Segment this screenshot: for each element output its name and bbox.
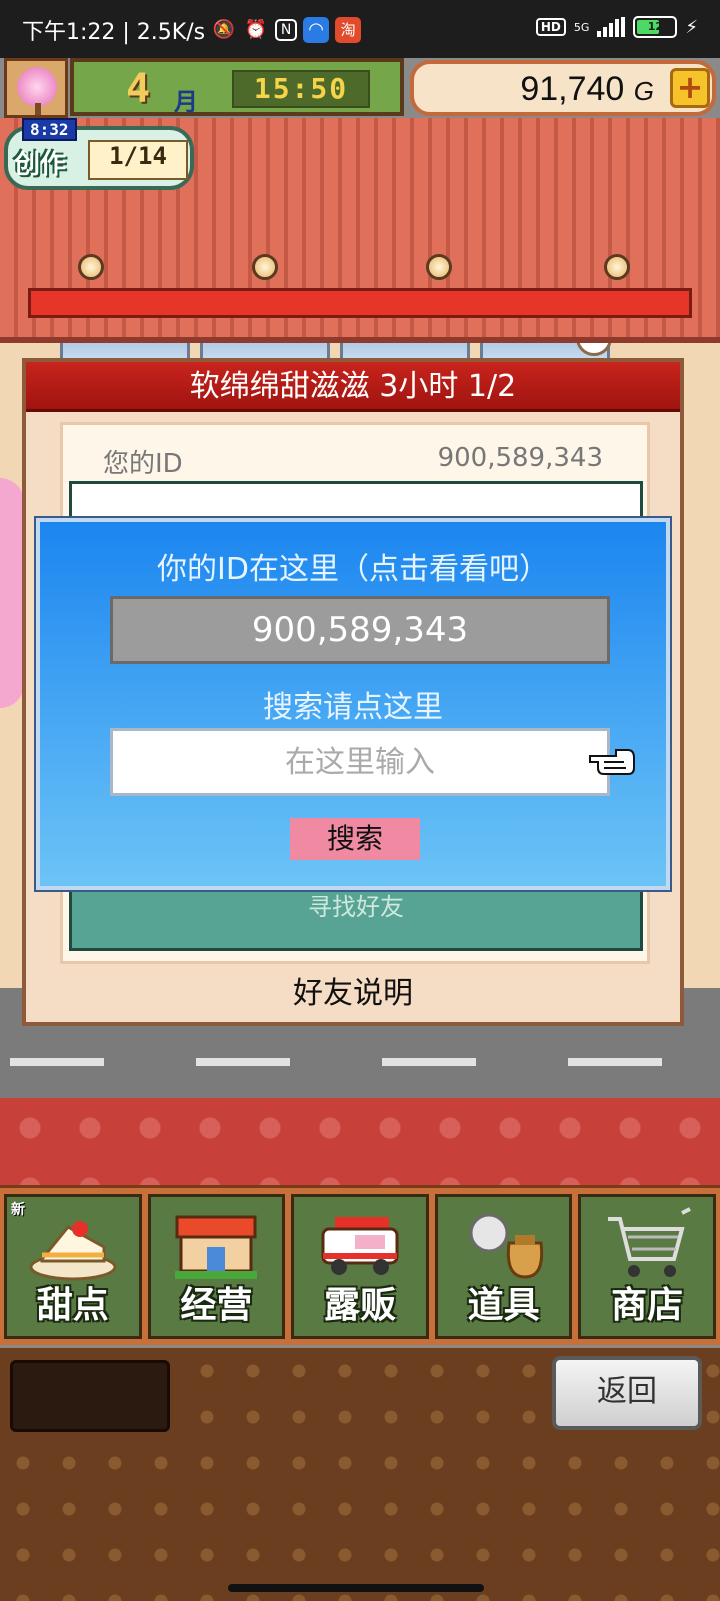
- battery-level: 12: [647, 20, 664, 33]
- panel-title: 软绵绵甜滋滋 3小时 1/2: [26, 362, 680, 412]
- menu-items-button[interactable]: 道具: [434, 1194, 573, 1339]
- month-number: 4: [126, 66, 151, 112]
- id-label: 您的ID: [103, 449, 183, 479]
- food-truck-icon: [321, 1217, 399, 1275]
- find-friend-button[interactable]: 寻找好友: [72, 887, 640, 922]
- shop-avatar[interactable]: [4, 58, 68, 118]
- menu-label: 商店: [611, 1285, 684, 1326]
- menu-dessert-button[interactable]: 新 甜点: [4, 1194, 142, 1339]
- create-label: 创作: [14, 150, 67, 180]
- friend-help-button[interactable]: 好友说明: [26, 968, 680, 1012]
- lamp-icon: [426, 254, 452, 280]
- game-scene: 4 月 15:50 91,740 G + 8:32 创作 1/14 软绵绵甜滋滋…: [0, 58, 720, 1601]
- search-input[interactable]: [110, 728, 610, 796]
- app-icon: ◠: [303, 17, 330, 43]
- signal-icon: [597, 17, 626, 37]
- mute-bell-icon: 🔕: [212, 19, 236, 40]
- awning-valance: [28, 288, 692, 318]
- id-display-button[interactable]: 900,589,343: [110, 596, 610, 664]
- road-marking: [10, 1058, 104, 1066]
- create-timer: 8:32: [22, 118, 77, 141]
- alarm-icon: ⏰: [244, 19, 268, 40]
- money-amount: 91,740 G: [520, 70, 654, 108]
- network-label: 5G: [573, 20, 590, 34]
- cherry-tree: [0, 478, 24, 708]
- charging-icon: ⚡: [685, 16, 698, 38]
- money-bar: 91,740 G +: [410, 60, 716, 116]
- menu-food-truck-button[interactable]: 露贩: [291, 1194, 429, 1339]
- back-button[interactable]: 返回: [552, 1356, 702, 1430]
- new-badge: 新: [11, 1202, 25, 1218]
- lamp-icon: [78, 254, 104, 280]
- pointing-hand-icon: [589, 749, 635, 775]
- menu-store-button[interactable]: 商店: [578, 1194, 716, 1339]
- menu-label: 经营: [180, 1285, 253, 1326]
- dialog-title: 你的ID在这里（点击看看吧）: [157, 552, 549, 587]
- status-right: HD 5G 12 ⚡: [535, 16, 698, 38]
- create-badge[interactable]: 8:32 创作 1/14: [4, 118, 194, 190]
- road-marking: [196, 1058, 290, 1066]
- status-left: 下午1:22 | 2.5K/s 🔕 ⏰ N ◠ 淘: [22, 14, 362, 46]
- date-bar: 4 月 15:50: [70, 58, 404, 116]
- status-time: 下午1:22 | 2.5K/s: [22, 20, 206, 45]
- footer-info-box: [10, 1360, 170, 1432]
- status-bar: 下午1:22 | 2.5K/s 🔕 ⏰ N ◠ 淘 HD 5G 12 ⚡: [0, 0, 720, 58]
- menu-label: 露贩: [323, 1285, 396, 1326]
- search-hint: 搜索请点这里: [263, 690, 443, 725]
- home-indicator[interactable]: [228, 1584, 484, 1592]
- road-marking: [568, 1058, 662, 1066]
- menu-label: 道具: [467, 1285, 540, 1326]
- month-label: 月: [174, 88, 198, 116]
- taobao-icon: 淘: [335, 17, 362, 43]
- id-row: 您的ID 900,589,343: [103, 443, 603, 480]
- id-search-dialog: 你的ID在这里（点击看看吧） 900,589,343 搜索请点这里 搜索: [36, 518, 670, 890]
- game-clock: 15:50: [232, 70, 370, 108]
- lamp-icon: [252, 254, 278, 280]
- cherry-blossom-icon: [17, 67, 57, 107]
- items-bag-icon: [469, 1213, 543, 1279]
- bottom-menu: 新 甜点 经营 露贩 道具 商店: [0, 1185, 720, 1345]
- create-progress: 1/14: [88, 140, 188, 180]
- add-money-button[interactable]: +: [670, 68, 710, 108]
- menu-label: 甜点: [36, 1285, 109, 1326]
- menu-business-button[interactable]: 经营: [147, 1194, 286, 1339]
- nfc-icon: N: [275, 19, 298, 41]
- cake-icon: [29, 1221, 117, 1281]
- lamp-icon: [604, 254, 630, 280]
- road-marking: [382, 1058, 476, 1066]
- hd-badge: HD: [535, 18, 566, 36]
- shop-icon: [175, 1215, 258, 1279]
- battery-icon: 12: [633, 16, 678, 38]
- shopping-cart-icon: [608, 1207, 692, 1277]
- red-carpet: [0, 1098, 720, 1198]
- id-value: 900,589,343: [437, 443, 603, 473]
- search-button[interactable]: 搜索: [290, 818, 420, 860]
